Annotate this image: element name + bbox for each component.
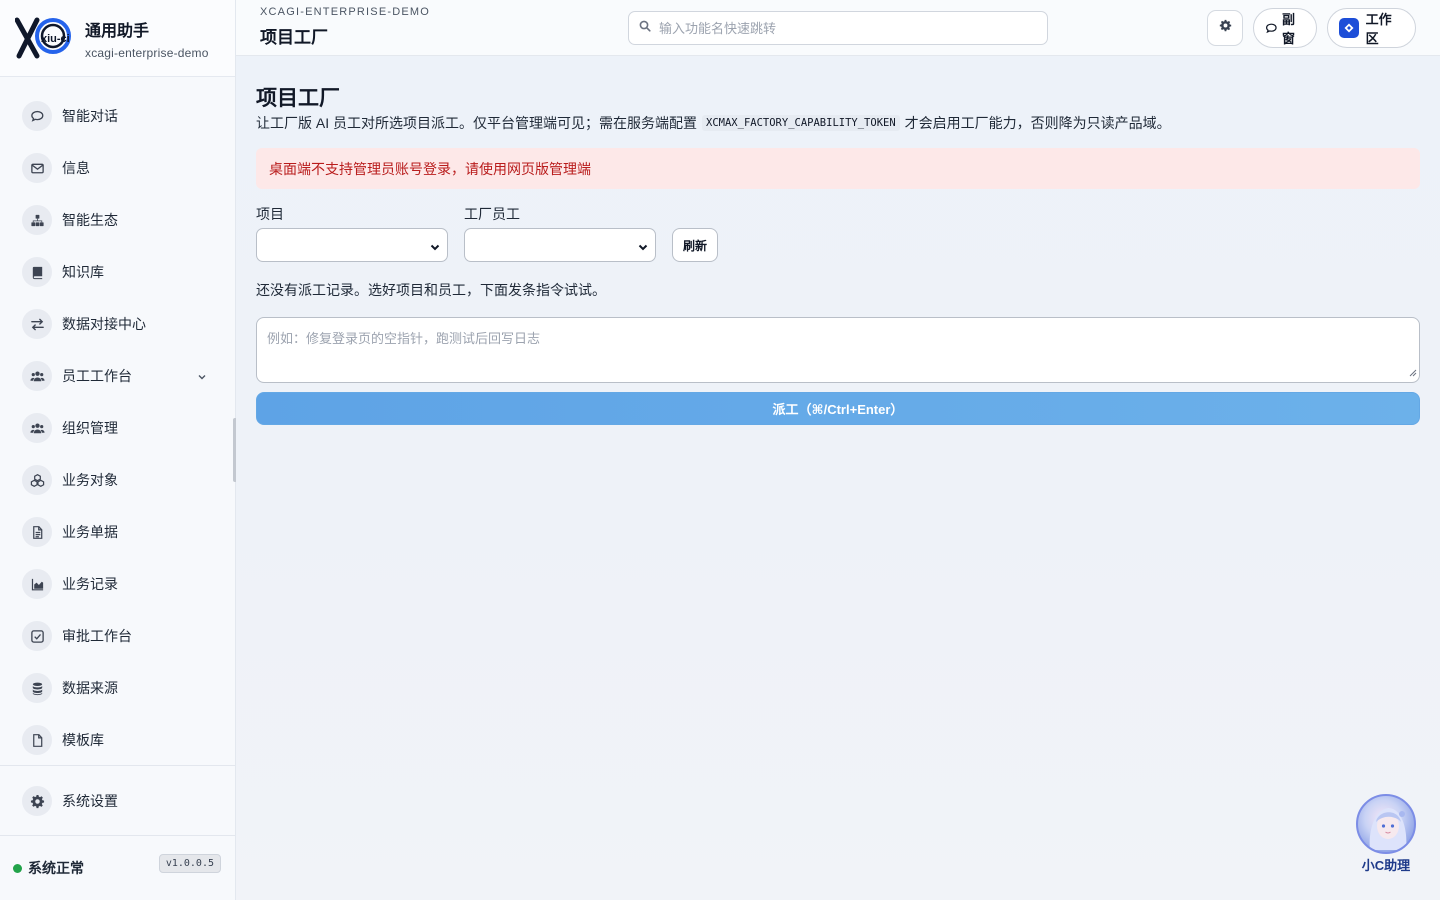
error-alert: 桌面端不支持管理员账号登录，请使用网页版管理端 (256, 148, 1420, 189)
workspace-icon (1339, 18, 1359, 38)
chevron-down-icon (429, 240, 441, 258)
subwindow-label: 副窗 (1282, 12, 1296, 46)
sidebar-item-label: 业务单据 (62, 524, 118, 540)
sidebar-settings-section: 系统设置 (0, 765, 235, 827)
sidebar-item-settings[interactable]: 系统设置 (0, 775, 235, 827)
sidebar: xiu-ci 通用助手 xcagi-enterprise-demo 智能对话 信… (0, 0, 237, 900)
top-header: XCAGI-ENTERPRISE-DEMO 项目工厂 副窗 工作区 (236, 0, 1440, 56)
sidebar-item-label: 组织管理 (62, 420, 118, 436)
app-subtitle: xcagi-enterprise-demo (85, 45, 209, 60)
brand-logo: xiu-ci (14, 16, 75, 60)
sidebar-item-label: 系统设置 (62, 793, 118, 809)
desc-text-after: 才会启用工厂能力，否则降为只读产品域。 (904, 115, 1171, 131)
exchange-icon (22, 309, 52, 339)
sidebar-item-label: 知识库 (62, 264, 104, 280)
refresh-button[interactable]: 刷新 (672, 228, 718, 262)
search-icon (639, 19, 651, 37)
capability-token-code: XCMAX_FACTORY_CAPABILITY_TOKEN (702, 115, 900, 131)
workspace-label: 工作区 (1365, 12, 1392, 46)
sidebar-item-business-records[interactable]: 业务记录 (0, 558, 235, 610)
system-status: 系统正常 v1.0.0.5 (0, 835, 235, 900)
employee-label: 工厂员工 (464, 206, 520, 222)
book-icon (22, 257, 52, 287)
sidebar-item-label: 业务对象 (62, 472, 118, 488)
assistant-widget[interactable]: 小C助理 (1355, 794, 1417, 874)
assistant-avatar[interactable] (1356, 794, 1416, 854)
search-box[interactable] (628, 11, 1048, 45)
project-select[interactable] (256, 228, 448, 262)
sidebar-item-label: 数据对接中心 (62, 316, 146, 332)
chart-icon (22, 569, 52, 599)
assistant-label: 小C助理 (1361, 858, 1411, 873)
page-title: 项目工厂 (256, 87, 340, 110)
main-content: 项目工厂 让工厂版 AI 员工对所选项目派工。仅平台管理端可见；需在服务端配置 … (236, 56, 1440, 900)
sidebar-item-chat[interactable]: 智能对话 (0, 90, 235, 142)
version-badge: v1.0.0.5 (158, 854, 221, 873)
sidebar-item-label: 智能对话 (62, 108, 118, 124)
ecosystem-icon (22, 205, 52, 235)
app-title: 通用助手 (85, 22, 150, 40)
gear-icon (22, 786, 52, 816)
database-icon (22, 673, 52, 703)
sidebar-item-data-sources[interactable]: 数据来源 (0, 662, 235, 714)
sidebar-item-ecosystem[interactable]: 智能生态 (0, 194, 235, 246)
sidebar-nav: 智能对话 信息 智能生态 知识库 数据对接中心 员工工作台 组织管理 业务对象 … (0, 77, 235, 766)
settings-button[interactable] (1207, 10, 1243, 46)
brand-logo-text: xiu-ci (41, 33, 70, 45)
sidebar-item-label: 审批工作台 (62, 628, 132, 644)
sidebar-item-templates[interactable]: 模板库 (0, 714, 235, 766)
subwindow-button[interactable]: 副窗 (1253, 8, 1317, 48)
document-icon (22, 517, 52, 547)
instruction-placeholder: 例如：修复登录页的空指针，跑测试后回写日志 (267, 331, 541, 346)
sidebar-item-employee-workbench[interactable]: 员工工作台 (0, 350, 235, 402)
sidebar-item-label: 智能生态 (62, 212, 118, 228)
page-description: 让工厂版 AI 员工对所选项目派工。仅平台管理端可见；需在服务端配置 XCMAX… (256, 113, 1171, 133)
empty-state-text: 还没有派工记录。选好项目和员工，下面发条指令试试。 (256, 282, 606, 298)
sidebar-item-label: 员工工作台 (62, 368, 132, 384)
users-icon (22, 413, 52, 443)
sidebar-item-label: 信息 (62, 160, 90, 176)
instruction-textarea[interactable]: 例如：修复登录页的空指针，跑测试后回写日志 (256, 317, 1420, 383)
check-square-icon (22, 621, 52, 651)
workspace-button[interactable]: 工作区 (1327, 8, 1416, 48)
chat-icon (22, 101, 52, 131)
chat-icon (1265, 22, 1278, 35)
status-text: 系统正常 (28, 860, 84, 876)
sidebar-item-approval[interactable]: 审批工作台 (0, 610, 235, 662)
header-title: 项目工厂 (260, 28, 328, 47)
sidebar-item-organization[interactable]: 组织管理 (0, 402, 235, 454)
sidebar-item-business-objects[interactable]: 业务对象 (0, 454, 235, 506)
search-input[interactable] (659, 20, 1019, 36)
sidebar-item-messages[interactable]: 信息 (0, 142, 235, 194)
file-icon (22, 725, 52, 755)
mail-icon (22, 153, 52, 183)
gear-icon (1219, 19, 1232, 37)
sidebar-item-label: 业务记录 (62, 576, 118, 592)
status-dot (13, 863, 22, 873)
resize-handle-icon[interactable] (1409, 365, 1417, 380)
brand[interactable]: xiu-ci 通用助手 xcagi-enterprise-demo (0, 0, 235, 77)
sidebar-item-data-center[interactable]: 数据对接中心 (0, 298, 235, 350)
chevron-down-icon (637, 240, 649, 258)
employee-select[interactable] (464, 228, 656, 262)
project-label: 项目 (256, 206, 284, 222)
chevron-down-icon[interactable] (197, 369, 207, 387)
cubes-icon (22, 465, 52, 495)
dispatch-button[interactable]: 派工（⌘/Ctrl+Enter） (256, 392, 1420, 425)
sidebar-item-label: 数据来源 (62, 680, 118, 696)
sidebar-item-business-docs[interactable]: 业务单据 (0, 506, 235, 558)
sidebar-item-knowledge[interactable]: 知识库 (0, 246, 235, 298)
header-workspace-name: XCAGI-ENTERPRISE-DEMO (260, 6, 431, 18)
users-icon (22, 361, 52, 391)
desc-text-before: 让工厂版 AI 员工对所选项目派工。仅平台管理端可见；需在服务端配置 (256, 115, 698, 131)
sidebar-item-label: 模板库 (62, 732, 104, 748)
